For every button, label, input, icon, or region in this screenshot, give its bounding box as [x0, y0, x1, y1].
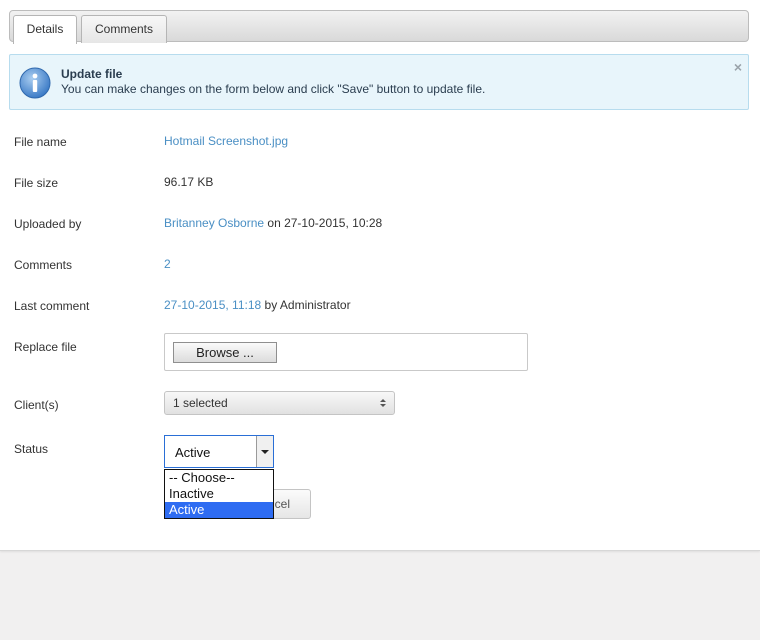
file-input[interactable]: Browse ... [164, 333, 528, 371]
status-option[interactable]: Inactive [165, 486, 273, 502]
tab-bar: Details Comments [9, 10, 749, 44]
dropdown-button[interactable] [256, 436, 273, 467]
status-option[interactable]: -- Choose-- [165, 470, 273, 486]
comments-count-link[interactable]: 2 [164, 257, 171, 271]
uploader-link[interactable]: Britanney Osborne [164, 216, 264, 230]
info-title: Update file [61, 67, 123, 81]
tab-comments[interactable]: Comments [81, 15, 167, 43]
close-icon[interactable]: × [734, 59, 742, 75]
clients-select[interactable]: 1 selected [164, 391, 395, 415]
clients-select-value: 1 selected [173, 396, 228, 410]
replace-file-label: Replace file [14, 340, 77, 354]
status-label: Status [14, 442, 49, 456]
status-option-selected[interactable]: Active [165, 502, 273, 518]
comments-label: Comments [14, 258, 73, 272]
up-down-arrows-icon [380, 399, 386, 407]
browse-button[interactable]: Browse ... [173, 342, 277, 363]
content-panel: Details Comments Update file You can mak… [0, 0, 760, 551]
uploaded-by-value: Britanney Osborne on 27-10-2015, 10:28 [164, 216, 382, 230]
clients-label: Client(s) [14, 398, 59, 412]
info-text: You can make changes on the form below a… [61, 82, 486, 96]
status-select[interactable]: Active [164, 435, 274, 468]
last-comment-value: 27-10-2015, 11:18 by Administrator [164, 298, 351, 312]
file-name-link[interactable]: Hotmail Screenshot.jpg [164, 134, 288, 148]
last-comment-author: by Administrator [264, 298, 351, 312]
status-select-value: Active [175, 445, 211, 460]
chevron-down-icon [261, 450, 269, 454]
uploaded-date: on 27-10-2015, 10:28 [267, 216, 383, 230]
file-size-value: 96.17 KB [164, 175, 214, 189]
status-options-list: -- Choose-- Inactive Active [164, 469, 274, 519]
uploaded-by-label: Uploaded by [14, 217, 82, 231]
last-comment-label: Last comment [14, 299, 90, 313]
file-name-label: File name [14, 135, 67, 149]
info-message: Update file You can make changes on the … [9, 54, 749, 110]
file-size-label: File size [14, 176, 59, 190]
last-comment-date-link[interactable]: 27-10-2015, 11:18 [164, 298, 261, 312]
tab-details[interactable]: Details [13, 15, 77, 44]
info-icon [19, 67, 51, 99]
